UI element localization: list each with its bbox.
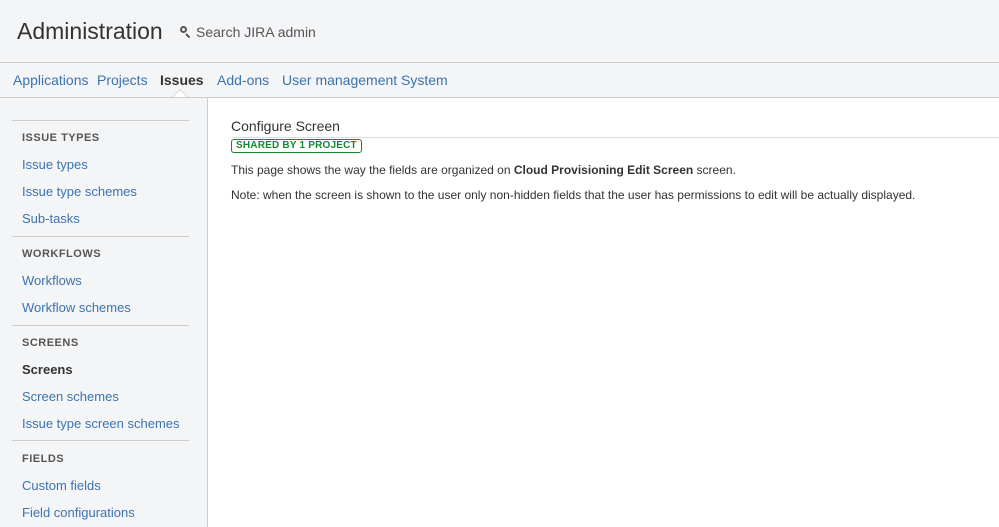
- sidebar-link-issue-type-schemes[interactable]: Issue type schemes: [22, 184, 137, 200]
- nav-tab-add-ons[interactable]: Add-ons: [217, 72, 269, 89]
- admin-header: Administration Search JIRA admin: [0, 0, 999, 63]
- visibility-note: Note: when the screen is shown to the us…: [231, 188, 916, 202]
- sidebar-heading-issue-types: ISSUE TYPES: [22, 132, 100, 144]
- admin-nav: Applications Projects Issues Add-ons Use…: [0, 63, 999, 98]
- screen-name: Cloud Provisioning Edit Screen: [513, 163, 694, 177]
- search-admin-input[interactable]: Search JIRA admin: [179, 22, 316, 42]
- sidebar-link-issue-type-screen-schemes[interactable]: Issue type screen schemes: [22, 416, 180, 432]
- sidebar-divider: [12, 440, 189, 441]
- nav-tab-issues[interactable]: Issues: [160, 72, 204, 89]
- active-tab-caret: [173, 90, 187, 97]
- nav-tab-projects[interactable]: Projects: [97, 72, 148, 89]
- nav-tab-system[interactable]: System: [401, 72, 448, 89]
- search-icon: [179, 25, 193, 39]
- admin-sidebar: ISSUE TYPES Issue types Issue type schem…: [0, 98, 208, 527]
- sidebar-link-issue-types[interactable]: Issue types: [22, 157, 88, 173]
- sidebar-heading-screens: SCREENS: [22, 337, 79, 349]
- sidebar-link-sub-tasks[interactable]: Sub-tasks: [22, 211, 80, 227]
- desc-suffix: screen.: [696, 163, 736, 177]
- page-header-title: Administration: [17, 18, 163, 44]
- nav-tab-applications[interactable]: Applications: [13, 72, 89, 89]
- shared-by-project-lozenge[interactable]: SHARED BY 1 PROJECT: [231, 139, 362, 153]
- nav-tab-user-management[interactable]: User management: [282, 72, 397, 89]
- sidebar-link-workflows[interactable]: Workflows: [22, 273, 82, 289]
- sidebar-divider: [12, 120, 189, 121]
- sidebar-divider: [12, 325, 189, 326]
- sidebar-link-screen-schemes[interactable]: Screen schemes: [22, 389, 119, 405]
- sidebar-divider: [12, 236, 189, 237]
- sidebar-link-field-configurations[interactable]: Field configurations: [22, 505, 135, 521]
- screen-description: This page shows the way the fields are o…: [231, 163, 736, 178]
- desc-prefix: This page shows the way the fields are o…: [231, 163, 511, 177]
- title-divider: [231, 137, 999, 138]
- configure-screen-title: Configure Screen: [231, 118, 340, 134]
- main-content: Configure Screen SHARED BY 1 PROJECT Thi…: [209, 98, 999, 527]
- sidebar-heading-workflows: WORKFLOWS: [22, 248, 102, 260]
- sidebar-link-screens[interactable]: Screens: [22, 362, 73, 378]
- sidebar-link-custom-fields[interactable]: Custom fields: [22, 478, 101, 494]
- sidebar-link-workflow-schemes[interactable]: Workflow schemes: [22, 300, 131, 316]
- search-placeholder: Search JIRA admin: [196, 24, 316, 40]
- sidebar-heading-fields: FIELDS: [22, 453, 65, 465]
